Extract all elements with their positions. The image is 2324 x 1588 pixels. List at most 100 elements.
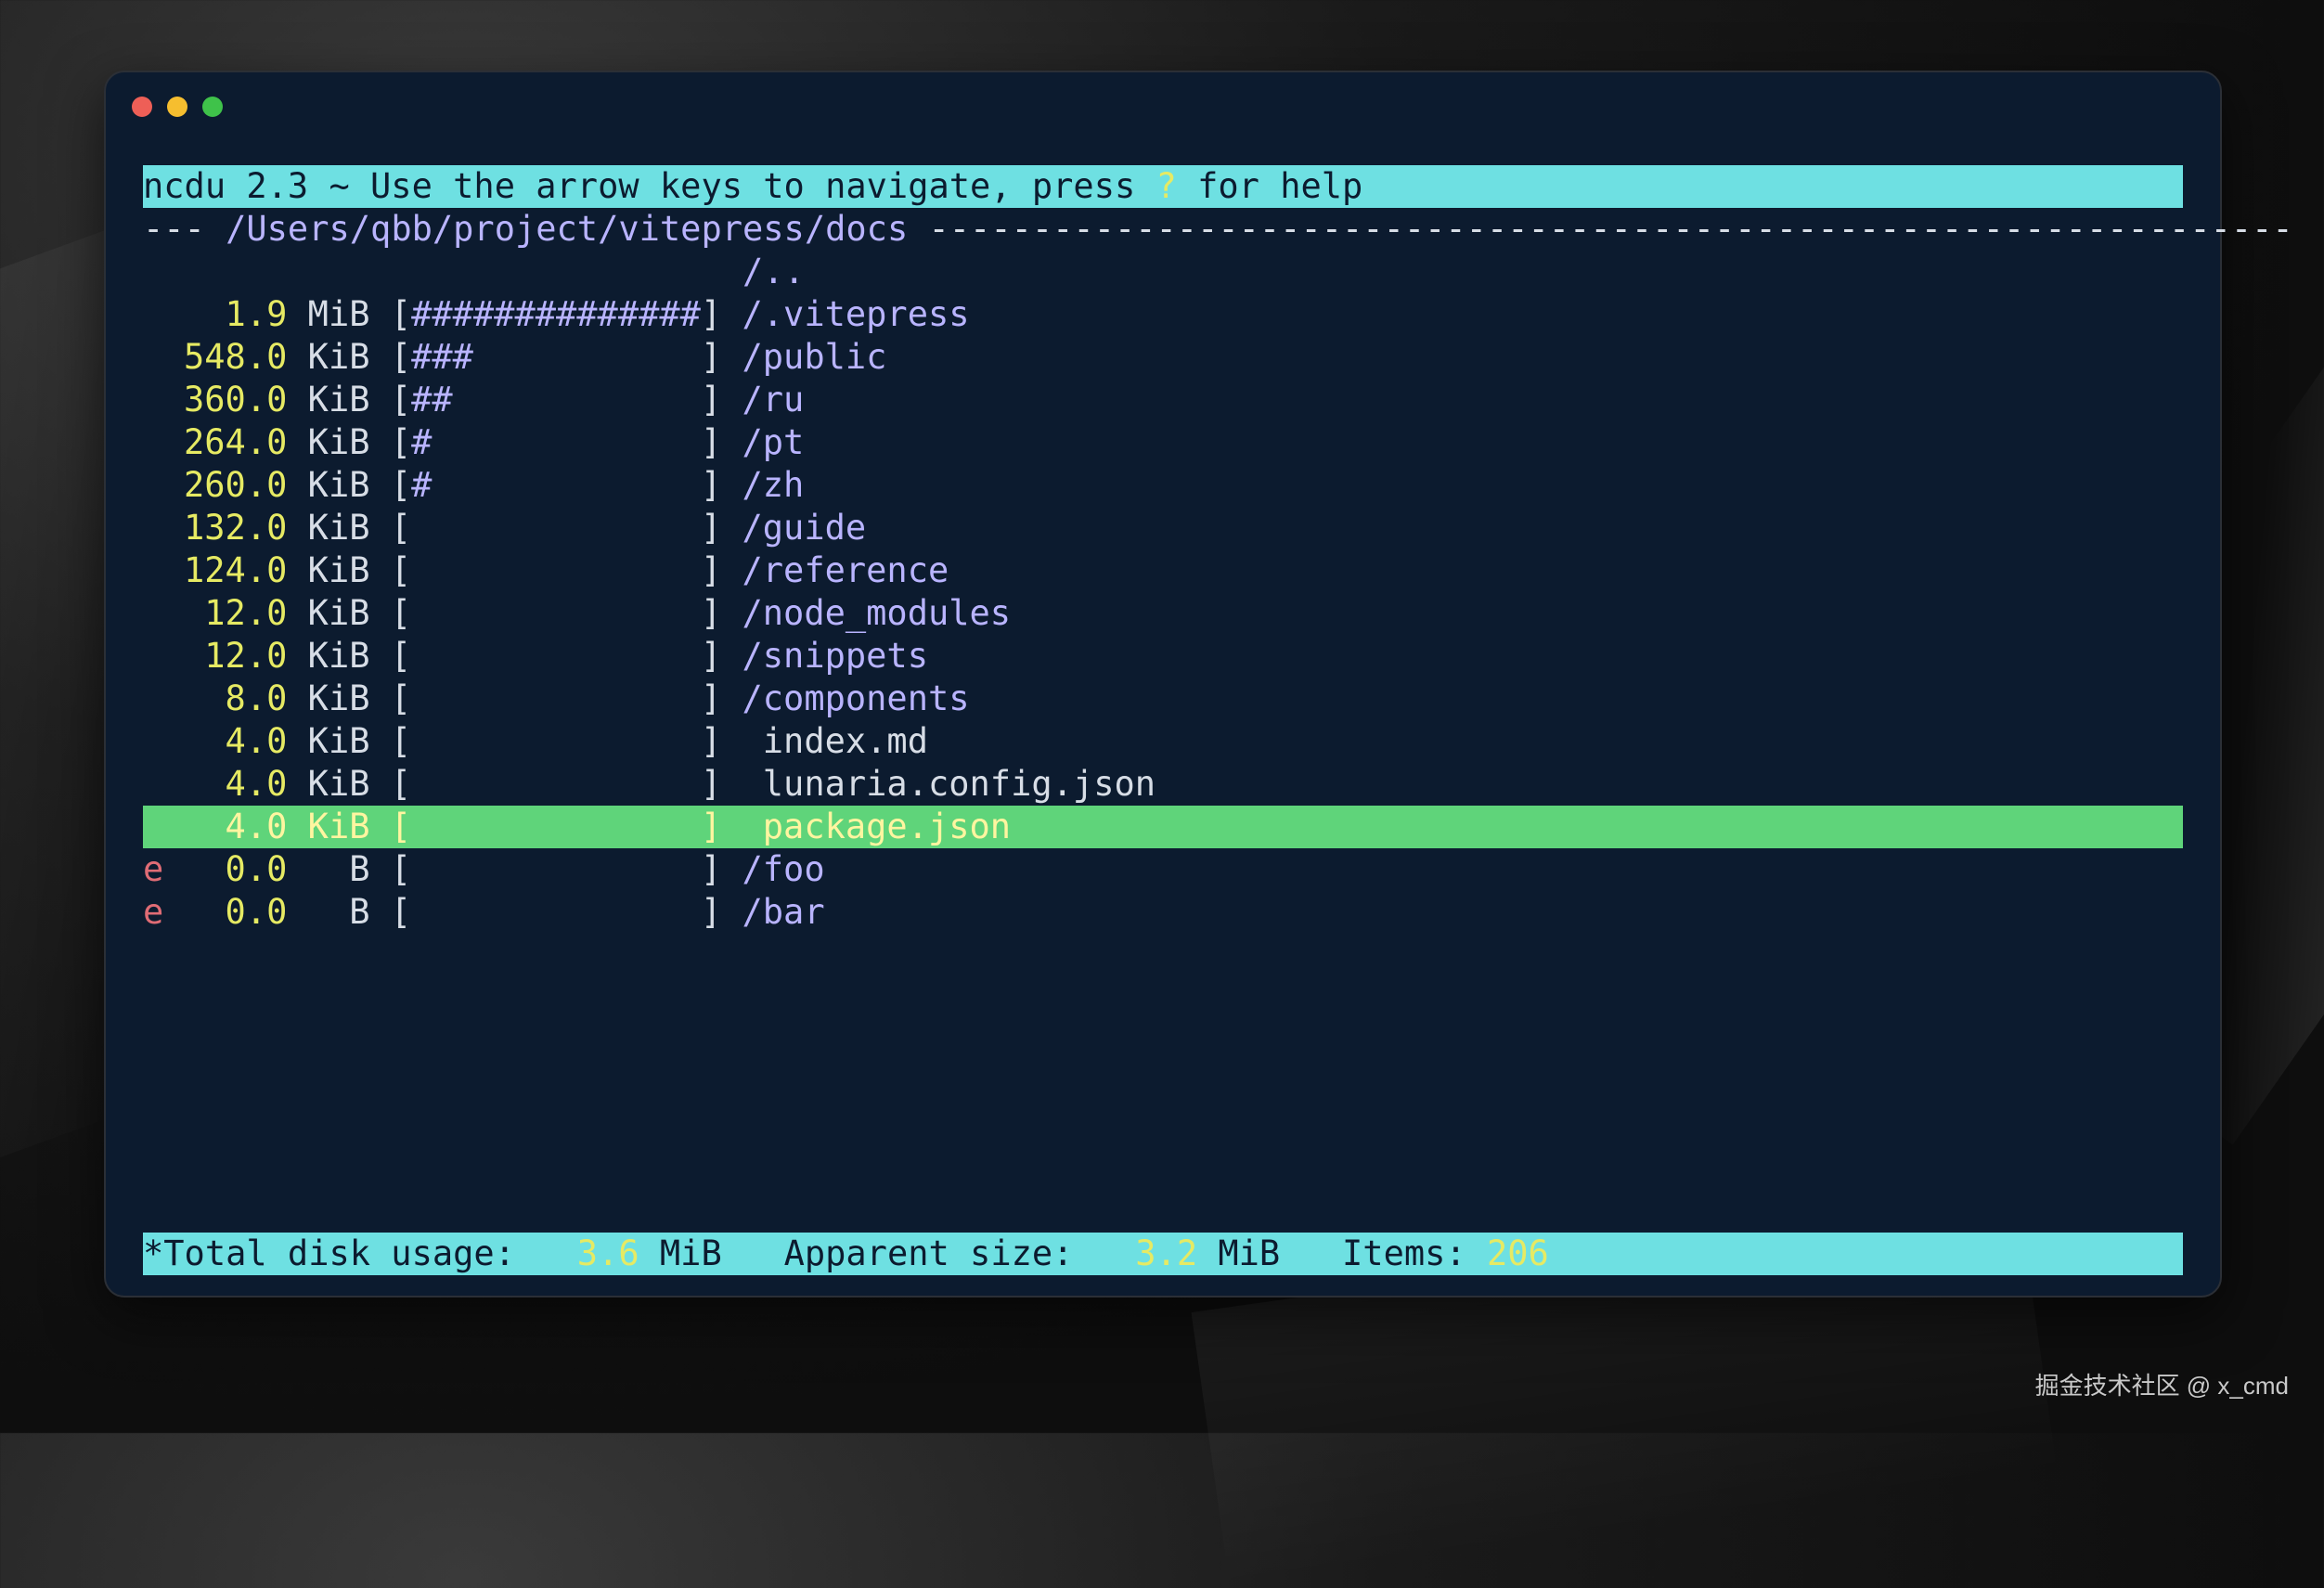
usage-bar <box>411 636 701 676</box>
usage-bar <box>411 508 701 548</box>
bar-open-bracket: [ <box>390 550 412 590</box>
size-value: 260.0 <box>184 465 288 505</box>
list-item[interactable]: 548.0 KiB [### ] /public <box>143 336 2183 379</box>
bar-open-bracket: [ <box>390 422 412 462</box>
directory-name: /components <box>742 678 970 718</box>
bar-close-bracket: ] <box>700 636 742 676</box>
error-flag: e <box>143 892 164 932</box>
current-path: /Users/qbb/project/vitepress/docs <box>226 209 909 249</box>
usage-bar <box>411 892 701 932</box>
bar-close-bracket: ] <box>700 337 742 377</box>
usage-bar <box>411 764 701 804</box>
bar-open-bracket: [ <box>390 294 412 334</box>
usage-bar: ############## <box>411 294 701 334</box>
bar-close-bracket: ] <box>700 764 742 804</box>
items-count: 206 <box>1486 1233 1549 1273</box>
bar-close-bracket: ] <box>700 807 742 846</box>
directory-name: /node_modules <box>742 593 1012 633</box>
file-name: lunaria.config.json <box>742 764 1156 804</box>
size-unit: B <box>287 892 391 932</box>
total-disk-usage-unit: MiB <box>659 1233 722 1273</box>
usage-bar <box>411 678 701 718</box>
size-unit: KiB <box>287 422 391 462</box>
usage-bar: ## <box>411 380 701 420</box>
bar-open-bracket: [ <box>390 721 412 761</box>
directory-name: /snippets <box>742 636 928 676</box>
usage-bar: # <box>411 465 701 505</box>
help-key: ? <box>1156 166 1177 206</box>
bar-open-bracket: [ <box>390 764 412 804</box>
usage-bar <box>411 849 701 889</box>
list-item[interactable]: 1.9 MiB [##############] /.vitepress <box>143 293 2183 336</box>
directory-name: /reference <box>742 550 949 590</box>
size-value: 1.9 <box>184 294 288 334</box>
apparent-size-label: Apparent size: <box>783 1233 1074 1273</box>
list-item[interactable]: e 0.0 B [ ] /bar <box>143 891 2183 934</box>
size-unit: KiB <box>287 337 391 377</box>
file-name: index.md <box>742 721 928 761</box>
list-item[interactable]: 4.0 KiB [ ] package.json <box>143 806 2183 848</box>
list-item[interactable]: 4.0 KiB [ ] lunaria.config.json <box>143 763 2183 806</box>
header-text: ncdu 2.3 ~ Use the arrow keys to navigat… <box>143 166 1156 206</box>
close-button[interactable] <box>132 97 152 117</box>
bar-open-bracket: [ <box>390 636 412 676</box>
bar-open-bracket: [ <box>390 508 412 548</box>
list-item[interactable]: 124.0 KiB [ ] /reference <box>143 549 2183 592</box>
file-name: package.json <box>742 807 1012 846</box>
items-label: Items: <box>1342 1233 1466 1273</box>
bar-close-bracket: ] <box>700 849 742 889</box>
terminal-window: ncdu 2.3 ~ Use the arrow keys to navigat… <box>104 71 2293 1298</box>
directory-name: /.vitepress <box>742 294 970 334</box>
bar-open-bracket: [ <box>390 593 412 633</box>
bar-close-bracket: ] <box>700 465 742 505</box>
list-item[interactable]: 12.0 KiB [ ] /snippets <box>143 635 2183 678</box>
directory-name: /public <box>742 337 887 377</box>
list-item[interactable]: 4.0 KiB [ ] index.md <box>143 720 2183 763</box>
help-header: ncdu 2.3 ~ Use the arrow keys to navigat… <box>143 165 2183 208</box>
list-item[interactable]: 360.0 KiB [## ] /ru <box>143 379 2183 421</box>
size-value: 264.0 <box>184 422 288 462</box>
parent-directory-entry[interactable]: /.. <box>143 251 2183 293</box>
list-item[interactable]: e 0.0 B [ ] /foo <box>143 848 2183 891</box>
size-value: 4.0 <box>184 764 288 804</box>
size-unit: KiB <box>287 807 391 846</box>
size-value: 548.0 <box>184 337 288 377</box>
size-value: 0.0 <box>184 892 288 932</box>
bar-close-bracket: ] <box>700 721 742 761</box>
list-item[interactable]: 132.0 KiB [ ] /guide <box>143 507 2183 549</box>
header-suffix: for help <box>1176 166 1363 206</box>
bar-close-bracket: ] <box>700 593 742 633</box>
list-item[interactable]: 260.0 KiB [# ] /zh <box>143 464 2183 507</box>
directory-name: /bar <box>742 892 825 932</box>
list-item[interactable]: 12.0 KiB [ ] /node_modules <box>143 592 2183 635</box>
zoom-button[interactable] <box>202 97 223 117</box>
size-value: 4.0 <box>184 807 288 846</box>
size-unit: KiB <box>287 550 391 590</box>
size-value: 12.0 <box>184 593 288 633</box>
directory-name: /guide <box>742 508 867 548</box>
usage-bar <box>411 721 701 761</box>
watermark: 掘金技术社区 @ x_cmd <box>2034 1372 2289 1400</box>
minimize-button[interactable] <box>167 97 187 117</box>
size-unit: KiB <box>287 721 391 761</box>
size-value: 12.0 <box>184 636 288 676</box>
size-value: 4.0 <box>184 721 288 761</box>
bar-close-bracket: ] <box>700 422 742 462</box>
apparent-size-unit: MiB <box>1218 1233 1281 1273</box>
size-unit: KiB <box>287 764 391 804</box>
total-disk-usage-label: *Total disk usage: <box>143 1233 515 1273</box>
size-value: 0.0 <box>184 849 288 889</box>
size-value: 8.0 <box>184 678 288 718</box>
bar-open-bracket: [ <box>390 807 412 846</box>
size-unit: KiB <box>287 508 391 548</box>
size-value: 360.0 <box>184 380 288 420</box>
error-flag: e <box>143 849 164 889</box>
bar-open-bracket: [ <box>390 337 412 377</box>
bar-open-bracket: [ <box>390 678 412 718</box>
list-item[interactable]: 264.0 KiB [# ] /pt <box>143 421 2183 464</box>
list-item[interactable]: 8.0 KiB [ ] /components <box>143 678 2183 720</box>
bar-open-bracket: [ <box>390 892 412 932</box>
usage-bar: ### <box>411 337 701 377</box>
bar-close-bracket: ] <box>700 380 742 420</box>
file-list: 1.9 MiB [##############] /.vitepress 548.… <box>143 293 2183 934</box>
